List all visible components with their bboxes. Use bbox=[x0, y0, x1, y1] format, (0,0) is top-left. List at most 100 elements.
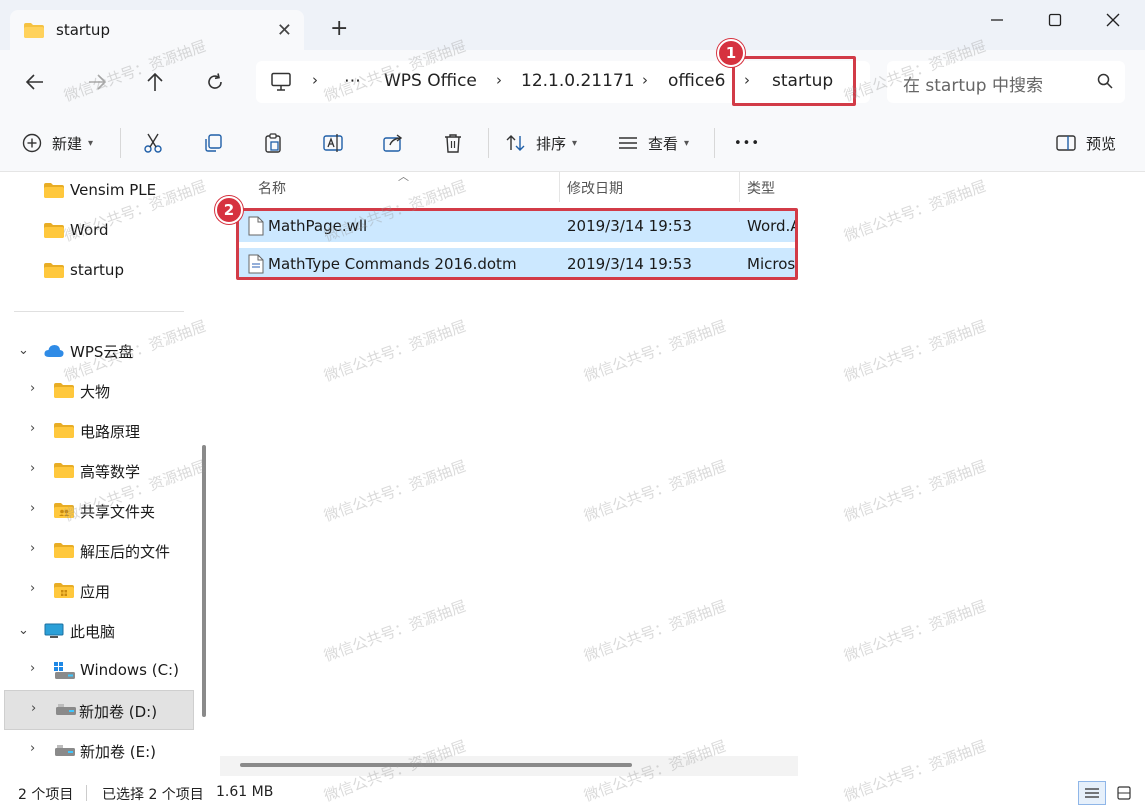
tab-startup[interactable]: startup ✕ bbox=[10, 10, 304, 50]
rename-icon bbox=[323, 134, 343, 152]
status-bar: 2 个项目 已选择 2 个项目 1.61 MB bbox=[0, 778, 1145, 808]
chevron-right-icon[interactable]: › bbox=[30, 581, 35, 596]
breadcrumb-ellipsis[interactable]: ⋯ bbox=[344, 71, 361, 91]
close-window-icon[interactable] bbox=[1098, 8, 1128, 32]
more-options-button[interactable]: ••• bbox=[734, 130, 760, 156]
search-icon bbox=[1097, 73, 1113, 89]
folder-icon bbox=[54, 543, 74, 558]
sidebar-item-label: startup bbox=[70, 261, 124, 279]
sidebar-item-drive-c[interactable]: › Windows (C:) bbox=[0, 652, 196, 690]
drive-icon bbox=[55, 745, 75, 756]
sidebar-item-label: 大物 bbox=[80, 383, 111, 401]
column-header-modified[interactable]: 修改日期 bbox=[567, 178, 623, 198]
chevron-right-icon: › bbox=[312, 71, 318, 89]
chevron-right-icon[interactable]: › bbox=[30, 461, 35, 476]
copy-icon bbox=[205, 134, 222, 152]
paste-button[interactable] bbox=[262, 130, 284, 156]
horizontal-scrollbar[interactable] bbox=[240, 763, 632, 767]
chevron-down-icon: ▾ bbox=[88, 137, 94, 149]
chevron-down-icon[interactable]: ⌄ bbox=[18, 623, 29, 638]
sidebar-item-apps[interactable]: › 应用 bbox=[0, 572, 196, 610]
rename-button[interactable] bbox=[322, 130, 344, 156]
back-icon[interactable] bbox=[22, 69, 48, 95]
title-bar: startup ✕ + bbox=[0, 0, 1145, 50]
sidebar-item-startup[interactable]: startup bbox=[0, 252, 196, 290]
scissors-icon bbox=[144, 133, 162, 153]
sort-button[interactable]: 排序 ▾ bbox=[506, 130, 577, 156]
folder-icon bbox=[44, 223, 64, 238]
status-divider bbox=[86, 785, 87, 801]
annotation-highlight-box bbox=[732, 56, 856, 106]
sidebar-item-label: 此电脑 bbox=[70, 623, 116, 641]
sort-button-label: 排序 bbox=[536, 134, 567, 153]
sidebar-item-label: 电路原理 bbox=[80, 423, 141, 441]
chevron-down-icon: ▾ bbox=[572, 137, 578, 149]
command-bar: 新建 ▾ 排序 ▾ 查看 ▾ ••• 预览 bbox=[0, 112, 1145, 172]
column-header-name[interactable]: 名称 bbox=[258, 178, 286, 198]
delete-button[interactable] bbox=[442, 130, 464, 156]
sidebar-item-math[interactable]: › 高等数学 bbox=[0, 452, 196, 490]
sidebar-item-extracted[interactable]: › 解压后的文件 bbox=[0, 532, 196, 570]
chevron-right-icon[interactable]: › bbox=[30, 661, 35, 676]
sidebar-item-shared[interactable]: › 共享文件夹 bbox=[0, 492, 196, 530]
sidebar-item-drive-e[interactable]: › 新加卷 (E:) bbox=[0, 732, 196, 770]
drive-icon bbox=[56, 704, 76, 715]
column-divider[interactable] bbox=[739, 172, 740, 202]
sidebar-scrollbar[interactable] bbox=[202, 445, 206, 717]
chevron-right-icon[interactable]: › bbox=[30, 381, 35, 396]
folder-icon bbox=[44, 183, 64, 198]
sidebar-item-this-pc[interactable]: ⌄ 此电脑 bbox=[0, 612, 196, 650]
breadcrumb-item[interactable]: WPS Office bbox=[384, 71, 477, 91]
view-button[interactable]: 查看 ▾ bbox=[618, 130, 689, 156]
new-tab-button[interactable]: + bbox=[330, 18, 348, 40]
search-input[interactable]: 在 startup 中搜索 bbox=[887, 61, 1125, 103]
view-list-icon bbox=[619, 137, 637, 149]
selected-size: 1.61 MB bbox=[216, 784, 274, 800]
sidebar-item-label: WPS云盘 bbox=[70, 343, 134, 361]
sidebar-divider bbox=[14, 311, 184, 312]
copy-button[interactable] bbox=[202, 130, 224, 156]
chevron-down-icon[interactable]: ⌄ bbox=[18, 343, 29, 358]
sort-ascending-icon: ︿ bbox=[398, 170, 409, 183]
toolbar-divider bbox=[714, 128, 715, 158]
chevron-right-icon[interactable]: › bbox=[30, 741, 35, 756]
tab-title: startup bbox=[56, 21, 110, 39]
close-tab-icon[interactable]: ✕ bbox=[277, 20, 292, 41]
details-view-button[interactable] bbox=[1078, 781, 1106, 805]
sidebar-item-label: 共享文件夹 bbox=[80, 503, 156, 521]
folder-icon bbox=[54, 423, 74, 438]
folder-icon bbox=[54, 383, 74, 398]
chevron-down-icon: ▾ bbox=[684, 137, 690, 149]
sidebar-item-drive-d[interactable]: › 新加卷 (D:) bbox=[4, 690, 194, 730]
tiles-view-button[interactable] bbox=[1110, 781, 1138, 805]
maximize-icon[interactable] bbox=[1040, 8, 1070, 32]
chevron-right-icon: › bbox=[642, 71, 648, 89]
share-button[interactable] bbox=[382, 130, 404, 156]
column-divider[interactable] bbox=[559, 172, 560, 202]
chevron-right-icon[interactable]: › bbox=[30, 541, 35, 556]
sidebar-item-wps-cloud[interactable]: ⌄ WPS云盘 bbox=[0, 332, 196, 370]
minimize-icon[interactable] bbox=[982, 8, 1012, 32]
breadcrumb-item[interactable]: 12.1.0.21171 bbox=[521, 71, 635, 91]
sort-icon bbox=[506, 135, 525, 151]
preview-button[interactable]: 预览 bbox=[1056, 130, 1116, 156]
chevron-right-icon[interactable]: › bbox=[31, 701, 36, 716]
sidebar-item-word[interactable]: Word bbox=[0, 212, 196, 250]
chevron-right-icon[interactable]: › bbox=[30, 501, 35, 516]
forward-icon[interactable] bbox=[84, 69, 110, 95]
preview-button-label: 预览 bbox=[1086, 134, 1117, 153]
sidebar-item-vensim[interactable]: Vensim PLE bbox=[0, 172, 196, 210]
refresh-icon[interactable] bbox=[202, 69, 228, 95]
up-icon[interactable] bbox=[142, 69, 168, 95]
column-header-type[interactable]: 类型 bbox=[747, 178, 775, 198]
sidebar-item-circuits[interactable]: › 电路原理 bbox=[0, 412, 196, 450]
chevron-right-icon[interactable]: › bbox=[30, 421, 35, 436]
breadcrumb-item[interactable]: office6 bbox=[668, 71, 725, 91]
new-button[interactable]: 新建 ▾ bbox=[22, 130, 93, 156]
sidebar-item-label: 新加卷 (D:) bbox=[79, 703, 158, 721]
sidebar-item-dawu[interactable]: › 大物 bbox=[0, 372, 196, 410]
computer-icon bbox=[44, 623, 64, 638]
new-button-label: 新建 bbox=[52, 134, 83, 153]
cut-button[interactable] bbox=[142, 130, 164, 156]
clipboard-icon bbox=[265, 133, 281, 153]
